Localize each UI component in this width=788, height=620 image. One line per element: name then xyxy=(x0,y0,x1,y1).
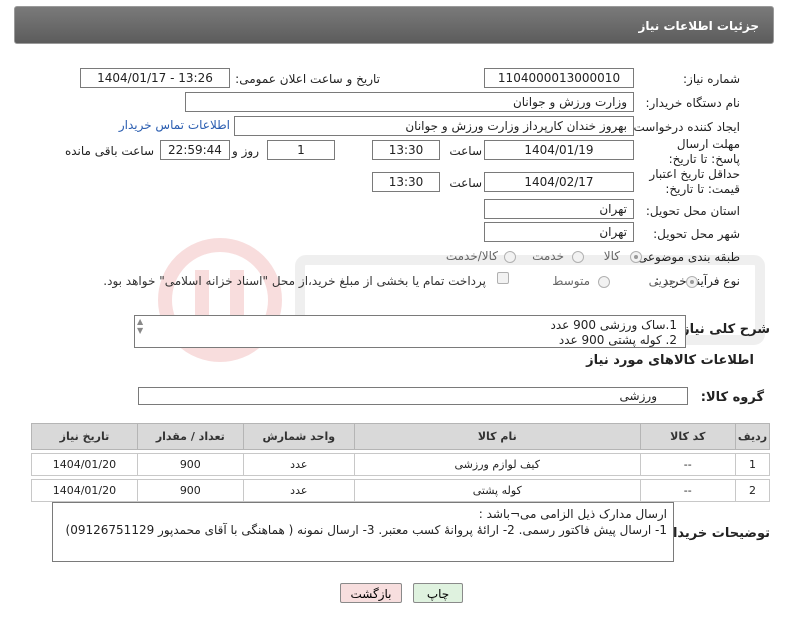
price-deadline-label: حداقل تاریخ اعتبار قیمت: تا تاریخ: xyxy=(649,167,740,196)
items-table: ردیف کد کالا نام کالا واحد شمارش تعداد /… xyxy=(31,423,771,502)
col-row: ردیف xyxy=(734,423,771,450)
days-field: 1 xyxy=(267,140,335,160)
reply-deadline-label: مهلت ارسال پاسخ: تا تاریخ: xyxy=(668,137,740,166)
price-date-field: 1404/02/17 xyxy=(484,172,634,192)
category-radio-goods[interactable] xyxy=(630,251,642,263)
goods-group-field: ورزشی xyxy=(138,387,688,405)
announce-label: تاریخ و ساعت اعلان عمومی: xyxy=(235,72,380,86)
cell-name: کوله پشتی xyxy=(353,479,641,502)
goods-group-label: گروه کالا: xyxy=(700,390,764,405)
table-row: 1 -- کیف لوازم ورزشی عدد 900 1404/01/20 xyxy=(31,453,771,476)
cell-name: کیف لوازم ورزشی xyxy=(353,453,641,476)
category-option-service: خدمت xyxy=(532,249,564,263)
buyer-notes-line-2: 1- ارسال پیش فاکتور رسمی. 2- ارائۀ پروان… xyxy=(65,523,667,537)
contact-buyer-link[interactable]: اطلاعات تماس خریدار xyxy=(119,118,230,132)
days-label: روز و xyxy=(232,144,259,158)
table-row: 2 -- کوله پشتی عدد 900 1404/01/20 xyxy=(31,479,771,502)
cell-code: -- xyxy=(639,479,736,502)
col-qty: تعداد / مقدار xyxy=(136,423,244,450)
cell-unit: عدد xyxy=(242,453,355,476)
province-field: تهران xyxy=(484,199,634,219)
creator-field: بهروز خندان کارپرداز وزارت ورزش و جوانان xyxy=(234,116,634,136)
cell-row: 2 xyxy=(734,479,771,502)
reply-time-field: 13:30 xyxy=(372,140,440,160)
scroll-arrows-icon[interactable]: ▲ ▼ xyxy=(137,317,147,335)
cell-date: 1404/01/20 xyxy=(31,453,138,476)
description-line-1: 1.ساک ورزشی 900 عدد xyxy=(550,318,677,332)
category-option-both: کالا/خدمت xyxy=(445,249,498,263)
cell-qty: 900 xyxy=(136,479,244,502)
cell-unit: عدد xyxy=(242,479,355,502)
need-number-label: شماره نیاز: xyxy=(683,72,740,86)
announce-field: 1404/01/17 - 13:26 xyxy=(80,68,230,88)
col-date: تاریخ نیاز xyxy=(31,423,138,450)
col-code: کد کالا xyxy=(639,423,736,450)
category-radio-service[interactable] xyxy=(572,251,584,263)
creator-label: ایجاد کننده درخواست: xyxy=(629,120,740,134)
process-option-medium: متوسط xyxy=(552,274,590,288)
cell-qty: 900 xyxy=(136,453,244,476)
back-button[interactable]: بازگشت xyxy=(340,583,402,603)
process-radio-minor[interactable] xyxy=(686,276,698,288)
cell-row: 1 xyxy=(734,453,771,476)
buyer-notes-line-1: ارسال مدارک ذیل الزامی می¬باشد : xyxy=(478,507,667,521)
price-time-label: ساعت xyxy=(449,176,482,190)
reply-time-label: ساعت xyxy=(449,144,482,158)
remaining-label: ساعت باقی مانده xyxy=(64,144,154,158)
print-button[interactable]: چاپ xyxy=(413,583,463,603)
process-option-minor: جزیی xyxy=(648,274,676,288)
items-section-title: اطلاعات کالاهای مورد نیاز xyxy=(586,353,754,368)
description-line-2: 2. کوله پشتی 900 عدد xyxy=(558,333,677,347)
category-radio-both[interactable] xyxy=(504,251,516,263)
buyer-notes-textarea[interactable]: ارسال مدارک ذیل الزامی می¬باشد : 1- ارسا… xyxy=(52,502,674,562)
category-option-goods: کالا xyxy=(603,249,620,263)
province-label: استان محل تحویل: xyxy=(645,204,740,218)
buyer-notes-label: توضیحات خریدار: xyxy=(660,526,770,541)
category-label: طبقه بندی موضوعی: xyxy=(633,250,740,264)
page-title: جزئیات اطلاعات نیاز xyxy=(638,19,759,33)
col-name: نام کالا xyxy=(353,423,641,450)
price-time-field: 13:30 xyxy=(372,172,440,192)
treasury-checkbox[interactable] xyxy=(497,272,509,284)
buyer-org-field: وزارت ورزش و جوانان xyxy=(185,92,634,112)
city-field: تهران xyxy=(484,222,634,242)
process-radio-medium[interactable] xyxy=(598,276,610,288)
table-header-row: ردیف کد کالا نام کالا واحد شمارش تعداد /… xyxy=(31,423,771,450)
cell-code: -- xyxy=(639,453,736,476)
col-unit: واحد شمارش xyxy=(242,423,355,450)
reply-date-field: 1404/01/19 xyxy=(484,140,634,160)
city-label: شهر محل تحویل: xyxy=(653,227,740,241)
cell-date: 1404/01/20 xyxy=(31,479,138,502)
description-label: شرح کلی نیاز: xyxy=(676,322,770,337)
buyer-org-label: نام دستگاه خریدار: xyxy=(645,96,741,110)
description-textarea[interactable]: 1.ساک ورزشی 900 عدد 2. کوله پشتی 900 عدد… xyxy=(134,315,686,348)
need-number-field: 1104000013000010 xyxy=(484,68,634,88)
treasury-note: پرداخت تمام یا بخشی از مبلغ خرید،از محل … xyxy=(103,274,486,288)
remaining-time-field: 22:59:44 xyxy=(160,140,230,160)
header-bar: جزئیات اطلاعات نیاز xyxy=(14,6,774,44)
